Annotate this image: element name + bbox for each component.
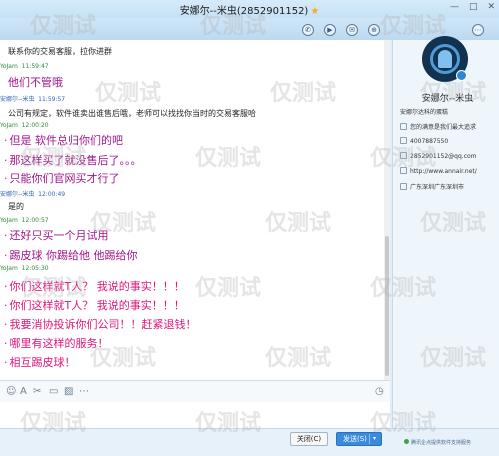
message-text: · 只能你们官网买才行了 xyxy=(4,172,120,185)
support-icon xyxy=(404,439,409,444)
phone-icon xyxy=(400,137,407,144)
message-text: · 哪里有这样的服务！ xyxy=(4,337,109,350)
scissors-icon[interactable]: ✂ xyxy=(33,386,41,397)
message-text: · 踢皮球 你踢给他 他踢给你 xyxy=(4,249,138,262)
profile-signature: 您的满意是我们最大追求 xyxy=(400,122,476,131)
phone-icon[interactable]: ✆ xyxy=(302,24,314,36)
chat-toolbar: ✆ ▶ ✉ ⊕ ⋯ xyxy=(0,18,499,40)
message-text: · 你们这样就T人？ 我说的事实！！！ xyxy=(4,280,185,293)
window-title: 安娜尔--米虫(2852901152) ★ xyxy=(180,2,320,17)
message-text: · 但是 软件总归你们的吧 xyxy=(4,134,123,147)
share-icon[interactable]: ✉ xyxy=(346,24,358,36)
close-window-button[interactable]: ✕ xyxy=(487,2,495,12)
send-options-icon[interactable]: ▾ xyxy=(373,433,376,445)
message-meta: 安娜尔--米虫 12:00:49 xyxy=(0,191,66,198)
profile-location: 广东深圳广东深圳市 xyxy=(400,182,464,191)
message-text: 公司有规定，软件谁卖出谁售后哦，老师可以找找你当时的交易客服哈 xyxy=(8,109,256,118)
message-text: 是的 xyxy=(8,202,24,211)
more-options-icon[interactable]: ⋯ xyxy=(79,386,89,397)
star-icon[interactable]: ★ xyxy=(310,6,319,17)
message-text: · 还好只买一个月试用 xyxy=(4,229,109,242)
close-button[interactable]: 关闭(C) xyxy=(290,432,328,446)
input-toolbar: ☺ A ✂ ▭ ▨ ⋯ ◷ xyxy=(0,380,390,402)
profile-website[interactable]: http://www.annair.net/ xyxy=(400,167,477,175)
message-meta: YoJam 12:00:57 xyxy=(0,217,49,224)
minimize-button[interactable]: — xyxy=(450,2,459,12)
message-meta: 安娜尔--米虫 11:59:57 xyxy=(0,96,66,103)
add-contact-icon[interactable]: ⊕ xyxy=(368,24,380,36)
message-input[interactable] xyxy=(0,402,390,428)
message-meta: YoJam 12:05:30 xyxy=(0,265,49,272)
support-notice: 腾讯企点提供软件支持服务 xyxy=(404,439,471,446)
window-controls: — □ ✕ xyxy=(450,2,495,12)
image-icon[interactable]: ▨ xyxy=(64,386,73,397)
more-icon[interactable]: ⋯ xyxy=(472,24,484,36)
profile-email[interactable]: 2852901152@qq.com xyxy=(400,152,477,160)
send-button[interactable]: 发送(S) ▾ xyxy=(336,432,382,446)
history-icon[interactable]: ◷ xyxy=(375,386,384,397)
profile-name: 安娜尔--米虫 xyxy=(421,94,474,104)
link-icon xyxy=(400,167,407,174)
send-button-label: 发送(S) xyxy=(343,435,367,443)
message-meta: YoJam 12:00:20 xyxy=(0,122,49,129)
maximize-button[interactable]: □ xyxy=(469,2,478,12)
signature-icon xyxy=(400,123,407,130)
message-text: 联系你的交易客服，拉你进群 xyxy=(8,47,112,56)
chat-scrollbar-thumb[interactable] xyxy=(385,236,389,376)
message-text: · 你们这样就T人？ 我说的事实！！！ xyxy=(4,299,185,312)
video-icon[interactable]: ▶ xyxy=(324,24,336,36)
font-icon[interactable]: A xyxy=(20,386,27,397)
emoji-icon[interactable]: ☺ xyxy=(6,386,16,397)
email-icon xyxy=(400,152,407,159)
location-icon xyxy=(400,183,407,190)
message-text: · 我要消协投诉你们公司！！赶紧退钱！ xyxy=(4,318,197,331)
message-text: · 那这样买了就没售后了。。。 xyxy=(4,154,142,167)
verified-badge-icon xyxy=(456,70,467,81)
file-icon[interactable]: ▭ xyxy=(49,386,58,397)
profile-company: 安娜尔达科的蛋糕 xyxy=(400,109,449,116)
title-bar: 安娜尔--米虫(2852901152) ★ — □ ✕ xyxy=(0,0,499,18)
message-meta: YoJam 11:59:47 xyxy=(0,63,49,70)
chat-history: 联系你的交易客服，拉你进群 YoJam 11:59:47 他们不管哦 安娜尔--… xyxy=(0,40,390,380)
profile-phone: 4007887550 xyxy=(400,137,448,145)
message-text: 他们不管哦 xyxy=(8,76,63,89)
window-title-text: 安娜尔--米虫(2852901152) xyxy=(179,5,309,17)
message-text: · 相互踢皮球！ xyxy=(4,356,76,369)
